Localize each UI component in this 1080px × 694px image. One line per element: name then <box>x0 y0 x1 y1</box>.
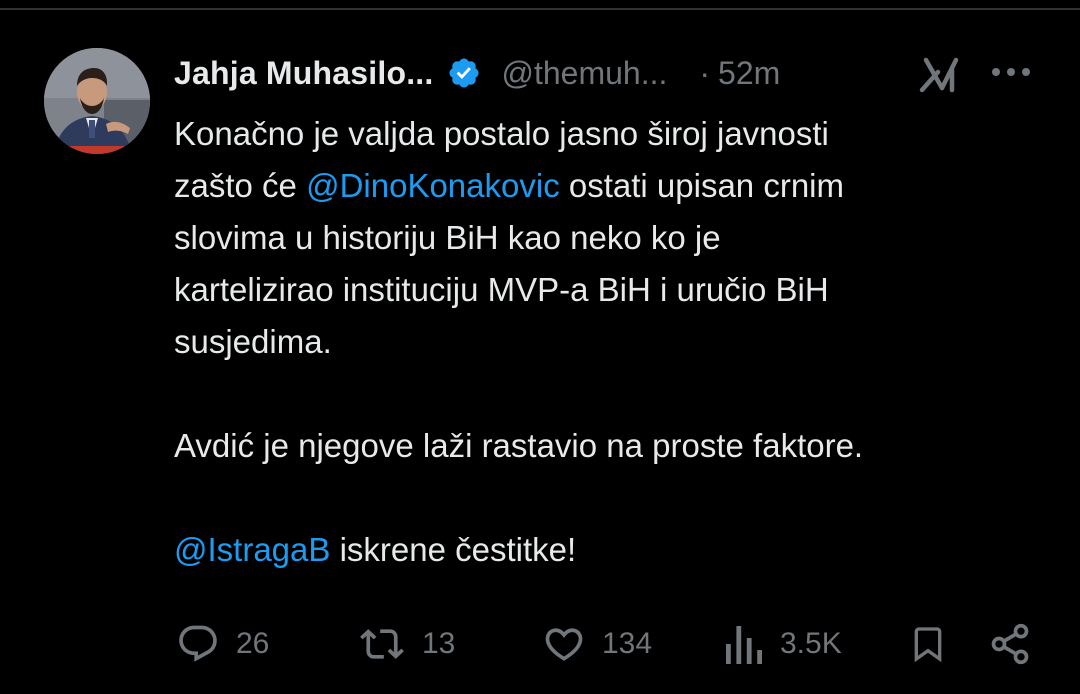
bookmark-button[interactable] <box>908 616 948 672</box>
handle[interactable]: @themuh... <box>501 55 667 92</box>
mention-link-dinokonakovic[interactable]: @DinoKonakovic <box>306 167 560 204</box>
like-count: 134 <box>602 627 653 660</box>
reply-count: 26 <box>236 627 270 660</box>
tweet-body: Konačno je valjda postalo jasno široj ja… <box>174 108 1044 576</box>
views-bar-chart-icon <box>724 622 764 666</box>
action-bar: 26 13 134 3.5K <box>0 616 1080 672</box>
grok-icon[interactable] <box>918 54 962 94</box>
body-line-1: Konačno je valjda postalo jasno široj ja… <box>174 115 829 152</box>
repost-button[interactable]: 13 <box>358 616 455 672</box>
repost-arrows-icon <box>358 622 406 666</box>
more-dots-icon[interactable] <box>990 62 1032 82</box>
tweet-header: Jahja Muhasilo... @themuh... · 52m <box>174 50 1044 96</box>
body-line-2-rest: ostati upisan crnim <box>559 167 844 204</box>
body-line-3: slovima u historiju BiH kao neko ko je <box>174 219 721 256</box>
like-button[interactable]: 134 <box>542 616 652 672</box>
tweet-paragraph-3: @IstragaB iskrene čestitke! <box>174 524 1044 576</box>
share-icon <box>988 622 1032 666</box>
views-button[interactable]: 3.5K <box>724 616 842 672</box>
tweet[interactable]: Jahja Muhasilo... @themuh... · 52m Konač… <box>0 0 1080 694</box>
body-line-5: susjedima. <box>174 323 332 360</box>
body-line-4: kartelizirao instituciju MVP-a BiH i uru… <box>174 271 829 308</box>
mention-link-istragab[interactable]: @IstragaB <box>174 531 330 568</box>
body-line-2-prefix: zašto će <box>174 167 307 204</box>
reply-button[interactable]: 26 <box>176 616 269 672</box>
reply-bubble-icon <box>176 622 220 666</box>
avatar-image <box>44 48 150 154</box>
heart-icon <box>542 622 586 666</box>
timestamp[interactable]: 52m <box>718 55 780 92</box>
body-paragraph-3-rest: iskrene čestitke! <box>330 531 577 568</box>
avatar[interactable] <box>44 48 150 154</box>
share-button[interactable] <box>988 616 1032 672</box>
tweet-paragraph-1: Konačno je valjda postalo jasno široj ja… <box>174 108 1044 368</box>
tweet-paragraph-2: Avdić je njegove laži rastavio na proste… <box>174 420 1044 472</box>
verified-badge-icon[interactable] <box>447 56 481 90</box>
body-paragraph-2-text: Avdić je njegove laži rastavio na proste… <box>174 427 864 464</box>
repost-count: 13 <box>422 627 456 660</box>
display-name[interactable]: Jahja Muhasilo... <box>174 55 433 92</box>
views-count: 3.5K <box>780 627 842 660</box>
time-separator: · <box>699 54 711 91</box>
bookmark-icon <box>908 622 948 666</box>
